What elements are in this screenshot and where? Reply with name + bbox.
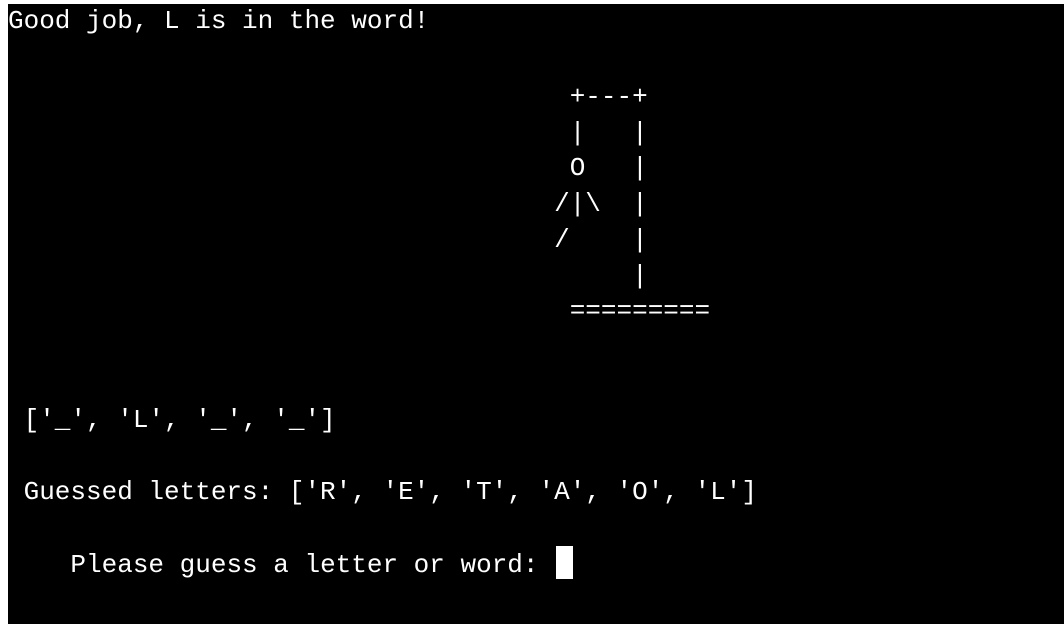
word-progress: ['_', 'L', '_', '_'] (8, 405, 336, 435)
input-prompt: Please guess a letter or word: (70, 549, 555, 580)
terminal-window[interactable]: Good job, L is in the word! +---+ | | O … (8, 4, 1064, 624)
text-cursor[interactable] (556, 545, 574, 579)
guessed-letters: Guessed letters: ['R', 'E', 'T', 'A', 'O… (8, 477, 757, 507)
input-line[interactable]: Please guess a letter or word: (8, 511, 574, 617)
feedback-message: Good job, L is in the word! (8, 6, 430, 36)
hangman-drawing: +---+ | | O | /|\ | / | | ========= (554, 82, 711, 327)
